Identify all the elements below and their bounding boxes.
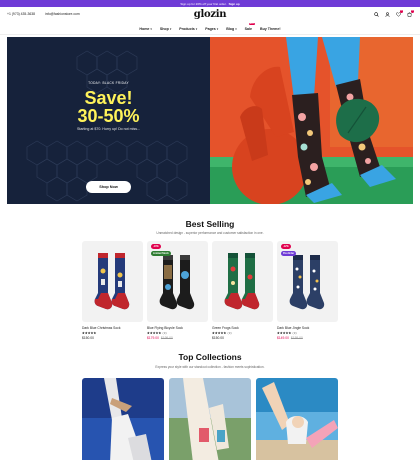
product-price: $179.00 $199.00	[147, 336, 208, 340]
old-price: $199.00	[160, 336, 173, 340]
review-count: (3)	[227, 331, 232, 335]
product-card[interactable]: Dark Blue Christmas Sock ★★★★★ $150.00	[82, 241, 143, 340]
nav-buy-theme-label: Buy Theme!	[260, 27, 281, 31]
nav-shop-label: Shop	[159, 27, 169, 31]
announcement-bar: Sign up for 20% off your first order. Si…	[0, 0, 420, 7]
hero-image	[210, 37, 413, 204]
collection-image	[169, 378, 251, 460]
review-count: (3)	[292, 331, 297, 335]
hero-banner: TODAY: BLACK FRIDAY Save! 30-50% Startin…	[7, 37, 413, 204]
top-collections-title: Top Collections	[178, 352, 242, 362]
hero-headline-line2: 30-50%	[77, 106, 140, 126]
top-collections-subtitle: Express your style with our standout col…	[155, 365, 265, 369]
product-name[interactable]: Green Frogs Sock	[212, 326, 273, 330]
product-price: $149.00 $159.00	[277, 336, 338, 340]
hero-headline-line1: Save!	[84, 88, 133, 108]
rating-stars: ★★★★★	[147, 331, 162, 335]
product-image[interactable]: -10% Limited Stock	[147, 241, 208, 322]
chevron-down-icon: ▾	[169, 27, 172, 31]
product-rating: ★★★★★	[82, 331, 143, 335]
old-price: $159.00	[290, 336, 303, 340]
sock-pair-image	[224, 253, 260, 310]
product-price: $150.00	[212, 336, 273, 340]
collection-card[interactable]	[82, 378, 164, 460]
nav-shop[interactable]: Shop▾	[160, 27, 171, 31]
review-count: (3)	[162, 331, 167, 335]
product-rating: ★★★★★ (3)	[212, 331, 273, 335]
main-nav: Home▾ Shop▾ Products▾ Pages▾ Blog▾ Sale H…	[0, 23, 420, 31]
stock-badge: Limited Stock	[151, 251, 171, 256]
nav-pages[interactable]: Pages▾	[205, 27, 218, 31]
rating-stars: ★★★★★	[82, 331, 97, 335]
nav-products-label: Products	[179, 27, 195, 31]
product-card[interactable]: Green Frogs Sock ★★★★★ (3) $150.00	[212, 241, 273, 340]
hero-subtext: Starting at $70. Hurry up! Do not miss..…	[76, 127, 141, 131]
cart-icon[interactable]: 0	[407, 10, 414, 17]
hot-badge: HOT	[248, 23, 255, 25]
nav-blog-label: Blog	[226, 27, 235, 31]
nav-home[interactable]: Home▾	[139, 27, 151, 31]
wishlist-icon[interactable]: 0	[396, 10, 403, 17]
chevron-down-icon: ▾	[216, 27, 219, 31]
product-rating: ★★★★★ (3)	[277, 331, 338, 335]
chevron-down-icon: ▾	[195, 27, 198, 31]
current-price: $149.00	[277, 336, 289, 340]
collection-card[interactable]	[256, 378, 338, 460]
nav-home-label: Home	[139, 27, 150, 31]
nav-products[interactable]: Products▾	[179, 27, 197, 31]
socks-photo	[210, 37, 413, 204]
collection-card[interactable]	[169, 378, 251, 460]
product-image[interactable]: -12% Pre-Order	[277, 241, 338, 322]
hero-eyebrow: TODAY: BLACK FRIDAY	[88, 81, 129, 85]
header-icons: 0 0	[374, 10, 414, 17]
current-price: $150.00	[82, 336, 94, 340]
product-image[interactable]	[212, 241, 273, 322]
rating-stars: ★★★★★	[277, 331, 292, 335]
current-price: $179.00	[147, 336, 159, 340]
preorder-badge: Pre-Order	[281, 251, 297, 256]
product-card[interactable]: -10% Limited Stock Blue Flying Bicycle S…	[147, 241, 208, 340]
rating-stars: ★★★★★	[212, 331, 227, 335]
search-icon[interactable]	[374, 12, 379, 17]
collection-image	[82, 378, 164, 460]
product-name[interactable]: Blue Flying Bicycle Sock	[147, 326, 208, 330]
hero-left-panel: TODAY: BLACK FRIDAY Save! 30-50% Startin…	[7, 37, 210, 204]
best-selling-subtitle: Unmatched design - superior performance …	[156, 231, 264, 235]
current-price: $150.00	[212, 336, 224, 340]
product-image[interactable]	[82, 241, 143, 322]
announcement-signup-link[interactable]: Sign up	[229, 2, 240, 6]
product-name[interactable]: Dark Blue Christmas Sock	[82, 326, 143, 330]
sock-pair-image	[94, 253, 130, 310]
discount-badge: -12%	[281, 244, 291, 249]
wishlist-count: 0	[399, 10, 403, 14]
chevron-down-icon: ▾	[150, 27, 152, 31]
discount-badge: -10%	[151, 244, 161, 249]
announcement-text: Sign up for 20% off your first order.	[180, 1, 227, 6]
nav-pages-label: Pages	[205, 27, 216, 31]
collection-image	[256, 378, 338, 460]
nav-sale[interactable]: Sale HOT	[244, 23, 255, 31]
best-selling-title: Best Selling	[185, 219, 235, 229]
nav-buy-theme[interactable]: Buy Theme!	[260, 27, 281, 31]
shop-now-button[interactable]: Shop Now	[86, 181, 131, 193]
product-card[interactable]: -12% Pre-Order Dark Blue Jingle Sock ★★★…	[277, 241, 338, 340]
product-rating: ★★★★★ (3)	[147, 331, 208, 335]
product-name[interactable]: Dark Blue Jingle Sock	[277, 326, 338, 330]
product-price: $150.00	[82, 336, 143, 340]
site-header: +1 (973) 435-3638 info@fashionstore.com …	[0, 7, 420, 35]
account-icon[interactable]	[385, 12, 390, 17]
nav-blog[interactable]: Blog▾	[226, 27, 236, 31]
chevron-down-icon: ▾	[235, 27, 237, 31]
nav-sale-label: Sale	[244, 27, 252, 31]
logo[interactable]: glozin	[0, 9, 420, 20]
